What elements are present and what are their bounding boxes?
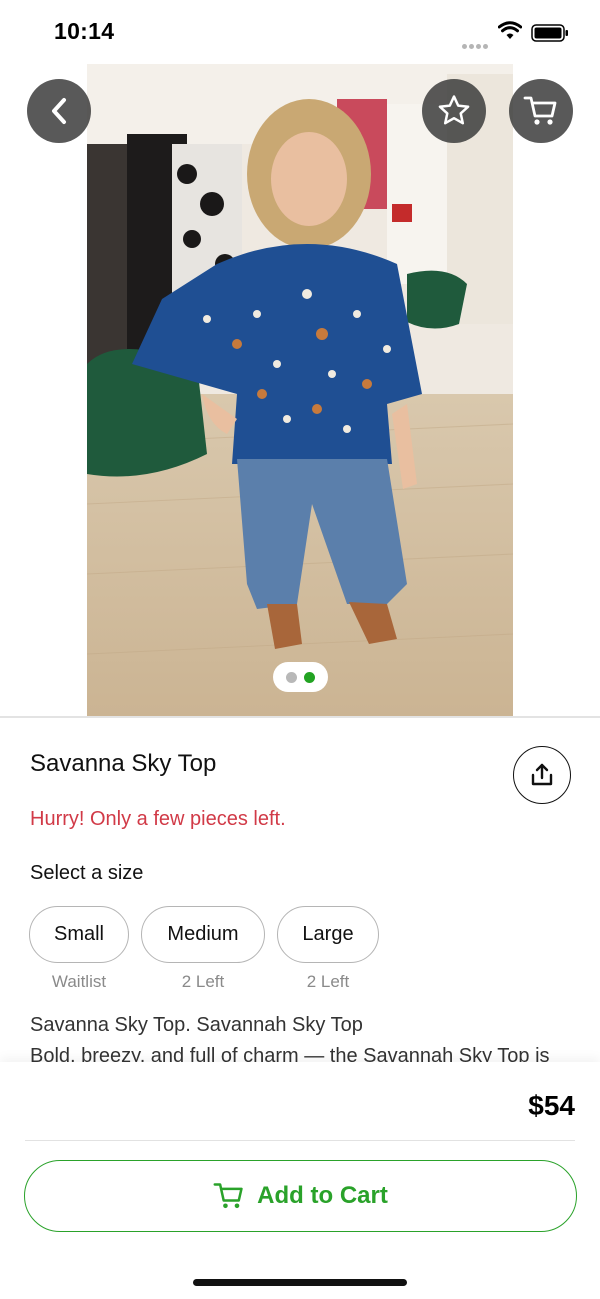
pager-dot[interactable] (286, 671, 297, 683)
favorite-button[interactable] (422, 79, 486, 143)
product-title: Savanna Sky Top (30, 750, 217, 777)
divider (0, 716, 600, 718)
product-image[interactable] (87, 64, 513, 716)
battery-icon (531, 24, 568, 42)
image-pager[interactable] (273, 662, 328, 692)
status-time: 10:14 (54, 18, 115, 44)
price: $54 (528, 1090, 575, 1121)
stock-warning: Hurry! Only a few pieces left. (30, 808, 286, 830)
signal-icon (462, 36, 490, 54)
back-button[interactable] (27, 79, 91, 143)
size-option-medium[interactable]: Medium (141, 906, 265, 963)
size-availability-small: Waitlist (51, 972, 107, 991)
share-button[interactable] (513, 746, 571, 804)
pager-dot-active[interactable] (304, 671, 315, 683)
size-prompt: Select a size (30, 862, 144, 884)
size-option-large[interactable]: Large (277, 906, 379, 963)
add-to-cart-button[interactable]: Add to Cart (24, 1160, 577, 1232)
size-option-small[interactable]: Small (29, 906, 129, 963)
divider (25, 1140, 575, 1141)
home-indicator[interactable] (193, 1279, 407, 1286)
cart-icon (213, 1183, 243, 1209)
star-icon (438, 95, 470, 125)
add-to-cart-label: Add to Cart (257, 1182, 388, 1209)
share-icon (531, 763, 553, 786)
size-availability-large: 2 Left (306, 972, 350, 991)
purchase-panel: $54 Add to Cart (0, 1062, 600, 1299)
size-availability-medium: 2 Left (181, 972, 225, 991)
description-line: Savanna Sky Top. Savannah Sky Top (30, 1014, 363, 1036)
wifi-icon (498, 21, 522, 39)
status-bar: 10:14 (0, 0, 600, 64)
chevron-left-icon (52, 98, 66, 124)
cart-icon (523, 96, 557, 125)
cart-button[interactable] (509, 79, 573, 143)
